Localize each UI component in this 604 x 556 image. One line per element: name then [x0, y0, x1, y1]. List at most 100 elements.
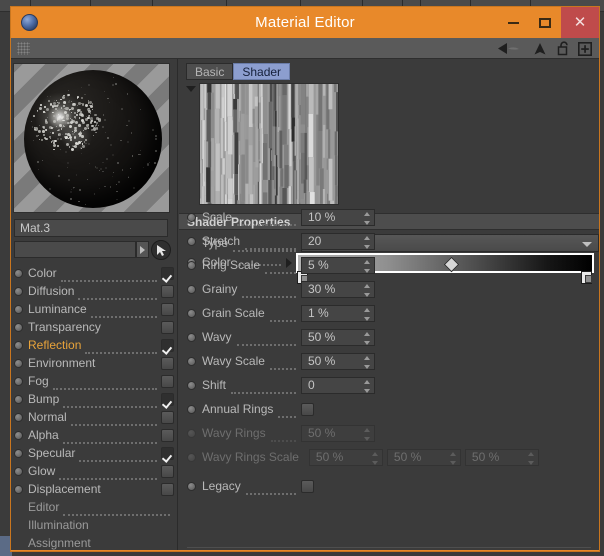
disclosure-triangle-icon[interactable] — [186, 86, 196, 92]
grain-streak — [318, 131, 323, 169]
channel-enable-dot[interactable] — [14, 394, 23, 404]
channel-enable-dot[interactable] — [14, 430, 23, 440]
channel-row-diffusion[interactable]: Diffusion — [14, 282, 174, 300]
property-enable-dot[interactable] — [187, 308, 196, 318]
channel-label: Glow — [28, 464, 56, 478]
channel-row-specular[interactable]: Specular — [14, 444, 174, 462]
channel-enable-dot[interactable] — [14, 340, 23, 350]
channel-enable-dot[interactable] — [14, 484, 23, 494]
channel-row-color[interactable]: Color — [14, 264, 174, 282]
maximize-button[interactable] — [529, 7, 561, 38]
property-disabled-dot[interactable] — [187, 452, 196, 462]
channel-enable-dot[interactable] — [14, 358, 23, 368]
spinner-arrows-icon[interactable] — [364, 307, 371, 321]
property-enable-dot[interactable] — [187, 212, 196, 222]
number-input[interactable]: 1 % — [301, 304, 375, 322]
channel-row-illumination[interactable]: Illumination — [14, 516, 174, 534]
channel-row-displacement[interactable]: Displacement — [14, 480, 174, 498]
channel-checkbox[interactable] — [161, 374, 174, 388]
property-enable-dot[interactable] — [187, 260, 196, 270]
number-input[interactable]: 10 % — [301, 208, 375, 226]
channel-enable-dot[interactable] — [14, 268, 23, 278]
number-input[interactable]: 50 % — [301, 328, 375, 346]
channel-row-transparency[interactable]: Transparency — [14, 318, 174, 336]
channel-row-glow[interactable]: Glow — [14, 462, 174, 480]
tab-shader[interactable]: Shader — [233, 63, 291, 80]
channel-enable-dot[interactable] — [14, 448, 23, 458]
channel-row-editor[interactable]: Editor — [14, 498, 174, 516]
drag-grip-icon[interactable] — [17, 42, 30, 55]
property-checkbox[interactable] — [301, 402, 314, 416]
number-input[interactable]: 50 % — [308, 448, 383, 466]
property-enable-dot[interactable] — [187, 236, 196, 246]
close-button[interactable]: ✕ — [561, 7, 599, 38]
number-input[interactable]: 5 % — [301, 256, 375, 274]
channel-row-reflection[interactable]: Reflection — [14, 336, 174, 354]
channel-checkbox[interactable] — [161, 392, 174, 406]
channel-row-alpha[interactable]: Alpha — [14, 426, 174, 444]
channel-row-bump[interactable]: Bump — [14, 390, 174, 408]
spinner-arrows-icon[interactable] — [364, 379, 371, 393]
spinner-arrows-icon[interactable] — [364, 211, 371, 225]
add-box-icon[interactable] — [575, 40, 595, 57]
number-input[interactable]: 50 % — [301, 424, 375, 442]
property-checkbox[interactable] — [301, 479, 314, 493]
pick-dropdown-button[interactable] — [136, 241, 149, 258]
property-enable-dot[interactable] — [187, 404, 196, 414]
spinner-arrows-icon[interactable] — [364, 355, 371, 369]
property-disabled-dot[interactable] — [187, 428, 196, 438]
channel-enable-dot[interactable] — [14, 304, 23, 314]
unlocked-padlock-icon[interactable] — [553, 40, 573, 57]
channel-checkbox[interactable] — [161, 338, 174, 352]
minimize-button[interactable] — [497, 7, 529, 38]
material-name-input[interactable]: Mat.3 — [14, 219, 168, 237]
number-input[interactable]: 50 % — [386, 448, 461, 466]
channel-row-assignment[interactable]: Assignment — [14, 534, 174, 552]
number-input[interactable]: 30 % — [301, 280, 375, 298]
channel-checkbox[interactable] — [161, 482, 174, 496]
channel-checkbox[interactable] — [161, 410, 174, 424]
window-titlebar[interactable]: Material Editor ✕ — [11, 7, 599, 38]
material-preview-sphere[interactable] — [13, 63, 170, 213]
tab-basic[interactable]: Basic — [186, 63, 234, 80]
up-arrow-icon[interactable] — [529, 40, 551, 57]
spinner-arrows-icon[interactable] — [449, 451, 457, 465]
property-enable-dot[interactable] — [187, 481, 196, 491]
spinner-arrows-icon[interactable] — [527, 451, 535, 465]
spinner-arrows-icon[interactable] — [364, 283, 371, 297]
channel-enable-dot[interactable] — [14, 412, 23, 422]
channel-row-fog[interactable]: Fog — [14, 372, 174, 390]
channel-row-normal[interactable]: Normal — [14, 408, 174, 426]
number-input[interactable]: 50 % — [464, 448, 539, 466]
wood-grain-shader-preview[interactable] — [199, 83, 339, 205]
number-input[interactable]: 20 — [301, 232, 375, 250]
number-input[interactable]: 50 % — [301, 352, 375, 370]
pick-cursor-icon[interactable] — [151, 240, 171, 260]
channel-checkbox[interactable] — [161, 320, 174, 334]
channel-checkbox[interactable] — [161, 446, 174, 460]
channel-enable-dot[interactable] — [14, 466, 23, 476]
channel-row-luminance[interactable]: Luminance — [14, 300, 174, 318]
channel-enable-dot[interactable] — [14, 376, 23, 386]
channel-row-environment[interactable]: Environment — [14, 354, 174, 372]
channel-checkbox[interactable] — [161, 266, 174, 280]
channel-checkbox[interactable] — [161, 302, 174, 316]
channel-enable-dot[interactable] — [14, 322, 23, 332]
property-enable-dot[interactable] — [187, 284, 196, 294]
channel-checkbox[interactable] — [161, 464, 174, 478]
channel-checkbox[interactable] — [161, 284, 174, 298]
property-enable-dot[interactable] — [187, 332, 196, 342]
property-enable-dot[interactable] — [187, 356, 196, 366]
channel-checkbox[interactable] — [161, 356, 174, 370]
spinner-arrows-icon[interactable] — [364, 427, 371, 441]
material-pick-input[interactable] — [14, 241, 136, 258]
spinner-arrows-icon[interactable] — [371, 451, 379, 465]
back-arrow-icon[interactable] — [495, 40, 521, 57]
spinner-arrows-icon[interactable] — [364, 259, 371, 273]
number-input[interactable]: 0 — [301, 376, 375, 394]
channel-enable-dot[interactable] — [14, 286, 23, 296]
spinner-arrows-icon[interactable] — [364, 235, 371, 249]
property-enable-dot[interactable] — [187, 380, 196, 390]
spinner-arrows-icon[interactable] — [364, 331, 371, 345]
channel-checkbox[interactable] — [161, 428, 174, 442]
